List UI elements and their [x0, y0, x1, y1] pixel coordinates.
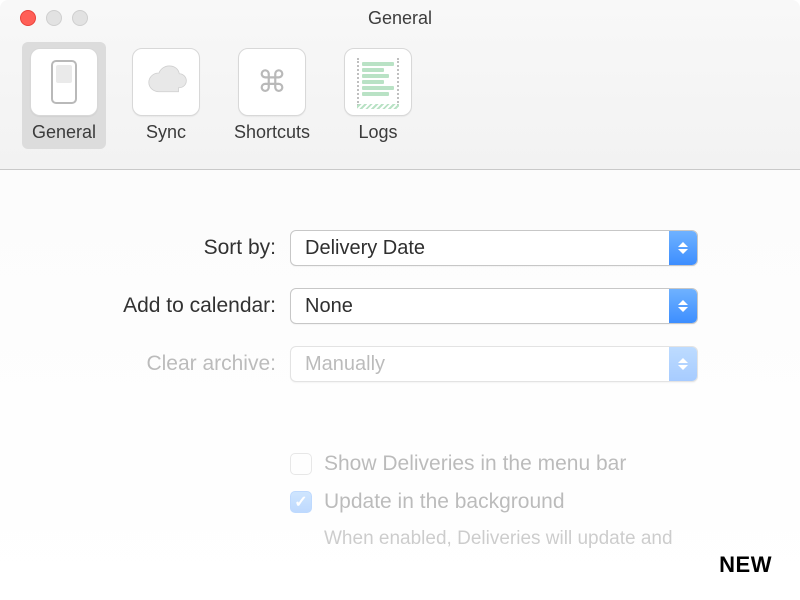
- clear-archive-select[interactable]: Manually: [290, 346, 698, 382]
- add-to-calendar-select[interactable]: None: [290, 288, 698, 324]
- select-value: Delivery Date: [305, 237, 425, 260]
- window-title: General: [0, 8, 800, 29]
- show-menu-bar-row: Show Deliveries in the menu bar: [290, 452, 760, 476]
- cloud-icon: [132, 48, 200, 116]
- clear-archive-label: Clear archive:: [40, 352, 290, 376]
- select-value: None: [305, 295, 353, 318]
- select-value: Manually: [305, 353, 385, 376]
- general-pane: Sort by: Delivery Date Add to calendar: …: [0, 170, 800, 550]
- chevron-updown-icon: [669, 347, 697, 381]
- chevron-updown-icon: [669, 289, 697, 323]
- update-background-description: When enabled, Deliveries will update and: [290, 528, 760, 550]
- tab-label: Sync: [146, 122, 186, 143]
- chevron-updown-icon: [669, 231, 697, 265]
- tab-label: General: [32, 122, 96, 143]
- sort-by-label: Sort by:: [40, 236, 290, 260]
- clear-archive-row: Clear archive: Manually: [40, 346, 760, 382]
- sort-by-select[interactable]: Delivery Date: [290, 230, 698, 266]
- new-badge: NEW: [719, 552, 772, 578]
- update-background-label: Update in the background: [324, 490, 565, 514]
- add-to-calendar-row: Add to calendar: None: [40, 288, 760, 324]
- tab-label: Shortcuts: [234, 122, 310, 143]
- close-window-button[interactable]: [20, 10, 36, 26]
- minimize-window-button[interactable]: [46, 10, 62, 26]
- tab-shortcuts[interactable]: ⌘ Shortcuts: [226, 42, 318, 149]
- show-menu-bar-label: Show Deliveries in the menu bar: [324, 452, 626, 476]
- preferences-window: General General Sync ⌘ Shortcuts: [0, 0, 800, 600]
- switch-icon: [30, 48, 98, 116]
- show-menu-bar-checkbox[interactable]: [290, 453, 312, 475]
- tab-general[interactable]: General: [22, 42, 106, 149]
- background-options: Show Deliveries in the menu bar Update i…: [40, 452, 760, 550]
- sort-by-row: Sort by: Delivery Date: [40, 230, 760, 266]
- update-background-checkbox[interactable]: [290, 491, 312, 513]
- preferences-toolbar: General Sync ⌘ Shortcuts: [0, 36, 800, 170]
- add-to-calendar-label: Add to calendar:: [40, 294, 290, 318]
- update-background-row: Update in the background: [290, 490, 760, 514]
- tab-logs[interactable]: Logs: [336, 42, 420, 149]
- zoom-window-button[interactable]: [72, 10, 88, 26]
- command-icon: ⌘: [238, 48, 306, 116]
- traffic-lights: [0, 10, 88, 26]
- tab-sync[interactable]: Sync: [124, 42, 208, 149]
- receipt-icon: [344, 48, 412, 116]
- tab-label: Logs: [359, 122, 398, 143]
- titlebar: General: [0, 0, 800, 36]
